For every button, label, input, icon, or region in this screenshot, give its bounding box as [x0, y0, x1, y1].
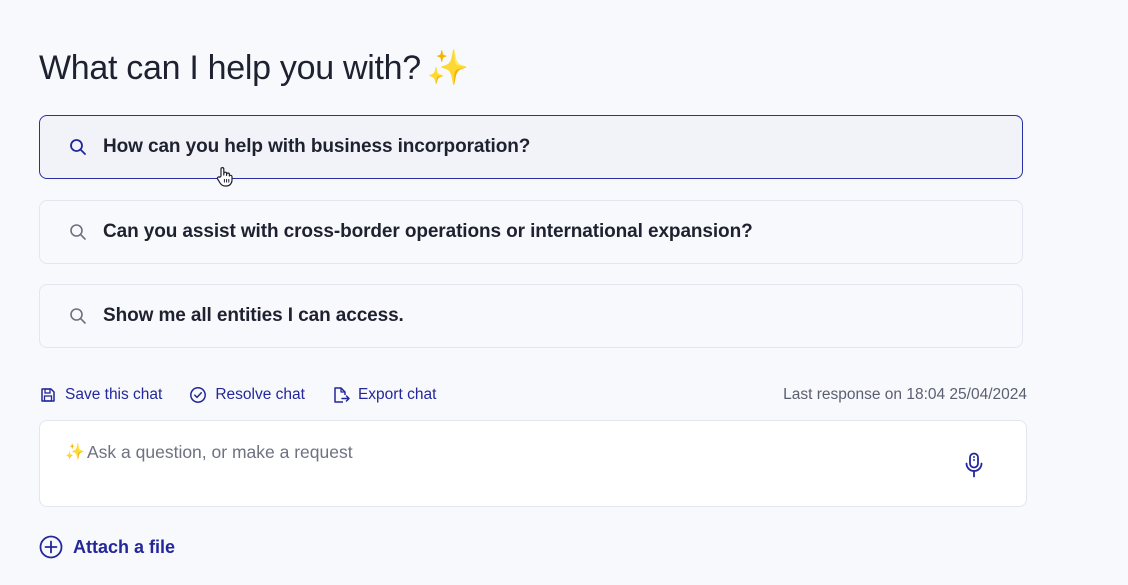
last-response-timestamp: Last response on 18:04 25/04/2024 [783, 386, 1027, 403]
page-title-text: What can I help you with? [39, 48, 421, 87]
chat-composer: ✨ [39, 420, 1027, 507]
resolve-chat-label: Resolve chat [215, 386, 305, 403]
export-icon [332, 386, 350, 404]
suggestion-text: Can you assist with cross-border operati… [103, 221, 753, 242]
save-chat-label: Save this chat [65, 386, 163, 403]
resolve-chat-button[interactable]: Resolve chat [189, 386, 305, 404]
suggestion-item-all-entities[interactable]: Show me all entities I can access. [39, 284, 1023, 348]
export-chat-button[interactable]: Export chat [332, 386, 436, 404]
sparkles-icon: ✨ [65, 444, 85, 461]
save-chat-button[interactable]: Save this chat [39, 386, 162, 404]
microphone-button[interactable] [962, 451, 986, 479]
suggestion-text: Show me all entities I can access. [103, 305, 404, 326]
search-icon [69, 223, 87, 241]
check-circle-icon [189, 386, 207, 404]
suggestion-item-cross-border[interactable]: Can you assist with cross-border operati… [39, 200, 1023, 264]
search-icon [69, 307, 87, 325]
hand-cursor-icon [216, 166, 234, 188]
sparkles-icon: ✨ [426, 48, 469, 87]
microphone-icon [965, 452, 983, 478]
save-icon [39, 386, 57, 404]
chat-input[interactable] [87, 439, 947, 465]
search-icon [69, 138, 87, 156]
suggestion-item-business-incorporation[interactable]: How can you help with business incorpora… [39, 115, 1023, 179]
chat-actions: Save this chat Resolve chat Export chat [39, 384, 463, 406]
page-title: What can I help you with? ✨ [39, 47, 469, 89]
export-chat-label: Export chat [357, 386, 437, 403]
attach-file-label: Attach a file [73, 536, 176, 557]
attach-file-button[interactable]: Attach a file [39, 535, 175, 559]
plus-circle-icon [39, 535, 63, 559]
suggestion-text: How can you help with business incorpora… [103, 136, 531, 157]
